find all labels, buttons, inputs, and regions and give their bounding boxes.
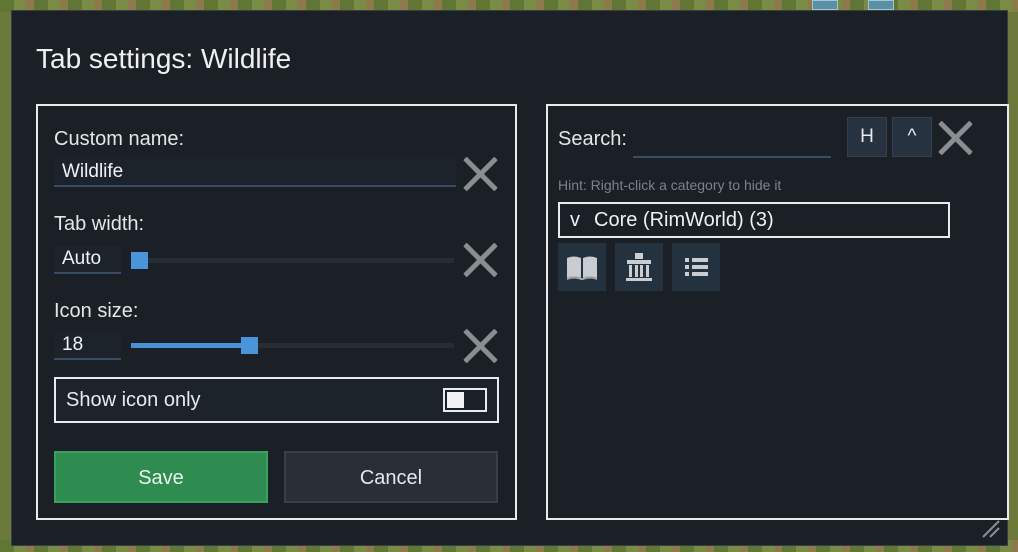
- category-label: Core (RimWorld) (3): [594, 209, 774, 231]
- icon-size-input[interactable]: 18: [54, 332, 121, 360]
- clear-custom-name-icon[interactable]: [461, 155, 499, 193]
- custom-name-label: Custom name:: [54, 128, 185, 150]
- save-button[interactable]: Save: [54, 451, 268, 503]
- show-icon-only-label: Show icon only: [66, 389, 201, 411]
- clear-icon-size-icon[interactable]: [461, 327, 499, 365]
- dialog-title: Tab settings: Wildlife: [36, 43, 292, 74]
- icon-size-label: Icon size:: [54, 300, 139, 322]
- category-core-rimworld[interactable]: v Core (RimWorld) (3): [558, 202, 950, 238]
- search-label: Search:: [558, 128, 627, 150]
- cancel-button[interactable]: Cancel: [284, 451, 498, 503]
- map-add-button[interactable]: [868, 0, 894, 10]
- icon-option-list[interactable]: [672, 243, 720, 291]
- show-icon-only-row[interactable]: Show icon only: [54, 377, 499, 423]
- map-add-button[interactable]: [812, 0, 838, 10]
- icon-size-slider-fill: [131, 343, 250, 348]
- book-icon: [567, 256, 597, 280]
- icon-size-slider[interactable]: [131, 337, 454, 354]
- clear-tab-width-icon[interactable]: [461, 241, 499, 279]
- chevron-down-icon: v: [570, 209, 580, 231]
- show-icon-only-toggle[interactable]: [443, 388, 487, 412]
- tab-width-slider[interactable]: [131, 252, 454, 269]
- custom-name-input[interactable]: Wildlife: [54, 159, 456, 187]
- tab-settings-dialog: Tab settings: Wildlife Custom name: Wild…: [11, 10, 1009, 546]
- building-icon: [626, 253, 652, 281]
- tab-width-input[interactable]: Auto: [54, 246, 121, 274]
- icon-size-slider-thumb[interactable]: [241, 337, 258, 354]
- icon-option-book[interactable]: [558, 243, 606, 291]
- collapse-all-button[interactable]: ^: [892, 117, 932, 157]
- tab-width-label: Tab width:: [54, 213, 145, 235]
- settings-panel: Custom name: Wildlife Tab width: Auto Ic…: [36, 104, 517, 520]
- clear-search-icon[interactable]: [936, 119, 974, 157]
- list-icon: [685, 258, 708, 276]
- toggle-knob: [447, 392, 464, 408]
- resize-grip-icon[interactable]: [979, 517, 1001, 539]
- icon-picker-panel: Search: H ^ Hint: Right-click a category…: [546, 104, 1009, 520]
- icon-option-building[interactable]: [615, 243, 663, 291]
- tab-width-slider-thumb[interactable]: [131, 252, 148, 269]
- h-button[interactable]: H: [847, 117, 887, 157]
- hint-text: Hint: Right-click a category to hide it: [558, 177, 782, 193]
- search-input[interactable]: [633, 128, 831, 158]
